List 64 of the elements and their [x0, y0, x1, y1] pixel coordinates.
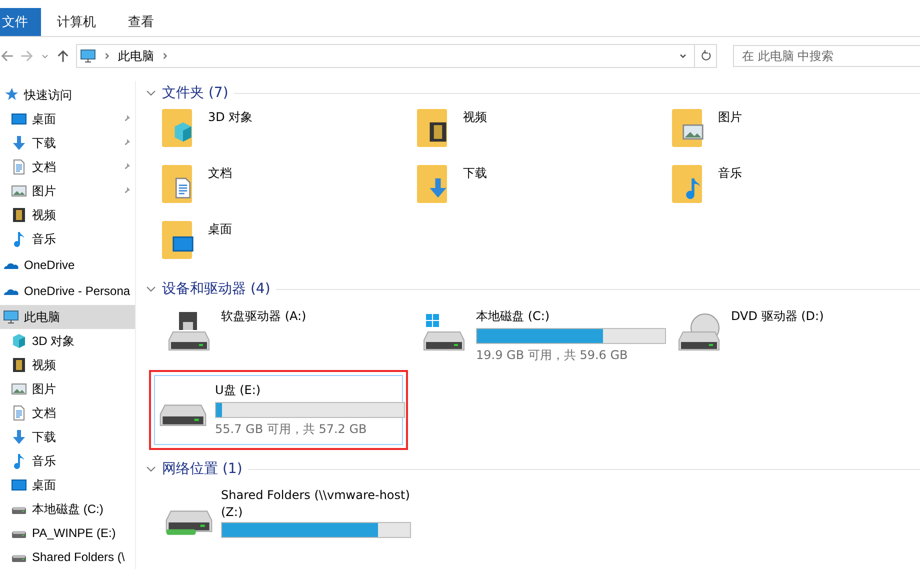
chevron-down-icon[interactable]: [146, 464, 156, 474]
search-field[interactable]: 在 此电脑 中搜索: [733, 45, 920, 67]
sidebar-item[interactable]: Shared Folders (\: [0, 545, 135, 569]
sidebar-item[interactable]: 图片: [0, 377, 135, 401]
sidebar-item[interactable]: 文档: [0, 401, 135, 425]
forward-arrow-icon[interactable]: [20, 49, 34, 63]
sidebar-item[interactable]: PA_WINPE (E:): [0, 521, 135, 545]
path-segment[interactable]: 此电脑: [118, 48, 154, 64]
ribbon-tab[interactable]: 文件: [0, 8, 41, 36]
chevron-down-icon[interactable]: [146, 284, 156, 294]
folder-item[interactable]: 下载: [415, 161, 670, 217]
sidebar-item[interactable]: 视频: [0, 203, 135, 227]
sidebar-item[interactable]: 下载: [0, 131, 135, 155]
sidebar-item[interactable]: 音乐: [0, 449, 135, 473]
up-arrow-icon[interactable]: [56, 49, 70, 63]
folder-item[interactable]: 桌面: [160, 217, 415, 273]
sidebar-item[interactable]: 3D 对象: [0, 329, 135, 353]
back-arrow-icon[interactable]: [0, 49, 14, 63]
down-arrow-icon: [11, 429, 27, 445]
folder-item[interactable]: 音乐: [670, 161, 920, 217]
drive-item[interactable]: Shared Folders (\\vmware-host) (Z:): [160, 481, 415, 545]
folder-item[interactable]: 3D 对象: [160, 105, 415, 161]
refresh-icon: [700, 50, 712, 62]
sidebar-item[interactable]: 音乐: [0, 227, 135, 251]
picture-icon: [11, 183, 27, 199]
group-header[interactable]: 文件夹 (7): [162, 84, 228, 102]
sidebar-item[interactable]: OneDrive - Persona: [0, 279, 135, 303]
cube-icon: [11, 333, 27, 349]
ribbon-tab[interactable]: 计算机: [41, 8, 112, 36]
folder-item[interactable]: 文档: [160, 161, 415, 217]
sidebar-item[interactable]: OneDrive: [0, 253, 135, 277]
group-header[interactable]: 网络位置 (1): [162, 460, 242, 478]
group-header[interactable]: 设备和驱动器 (4): [162, 280, 270, 298]
chevron-down-icon[interactable]: [146, 88, 156, 98]
monitor-icon: [3, 309, 19, 325]
folder-item[interactable]: 视频: [415, 105, 670, 161]
network-drive-icon: [165, 510, 213, 536]
drive-item[interactable]: 本地磁盘 (C:) 19.9 GB 可用，共 59.6 GB: [415, 301, 670, 371]
monitor-icon: [80, 48, 96, 64]
desktop-icon: [11, 477, 27, 493]
sidebar-item[interactable]: 文档: [0, 155, 135, 179]
document-icon: [11, 159, 27, 175]
drive-item[interactable]: 软盘驱动器 (A:): [160, 301, 415, 371]
sidebar-item[interactable]: 视频: [0, 353, 135, 377]
drive-item[interactable]: DVD 驱动器 (D:): [670, 301, 920, 371]
picture-icon: [11, 381, 27, 397]
film-icon: [11, 207, 27, 223]
film-icon: [11, 357, 27, 373]
cube-icon: [172, 121, 194, 143]
ribbon-tab[interactable]: 查看: [112, 8, 170, 36]
sidebar-item[interactable]: 下载: [0, 425, 135, 449]
sidebar-item[interactable]: 此电脑: [0, 305, 135, 329]
sidebar-item[interactable]: 桌面: [0, 473, 135, 497]
drive-item[interactable]: U盘 (E:) 55.7 GB 可用，共 57.2 GB: [154, 375, 403, 445]
sidebar-item[interactable]: 桌面: [0, 107, 135, 131]
sidebar-item[interactable]: 本地磁盘 (C:): [0, 497, 135, 521]
address-field[interactable]: 此电脑: [76, 44, 717, 68]
down-arrow-icon: [427, 177, 449, 199]
sidebar-item[interactable]: 图片: [0, 179, 135, 203]
down-arrow-icon: [11, 135, 27, 151]
desktop-icon: [11, 111, 27, 127]
sidebar-item[interactable]: 快速访问: [0, 83, 135, 107]
document-icon: [11, 405, 27, 421]
folder-item[interactable]: 图片: [670, 105, 920, 161]
